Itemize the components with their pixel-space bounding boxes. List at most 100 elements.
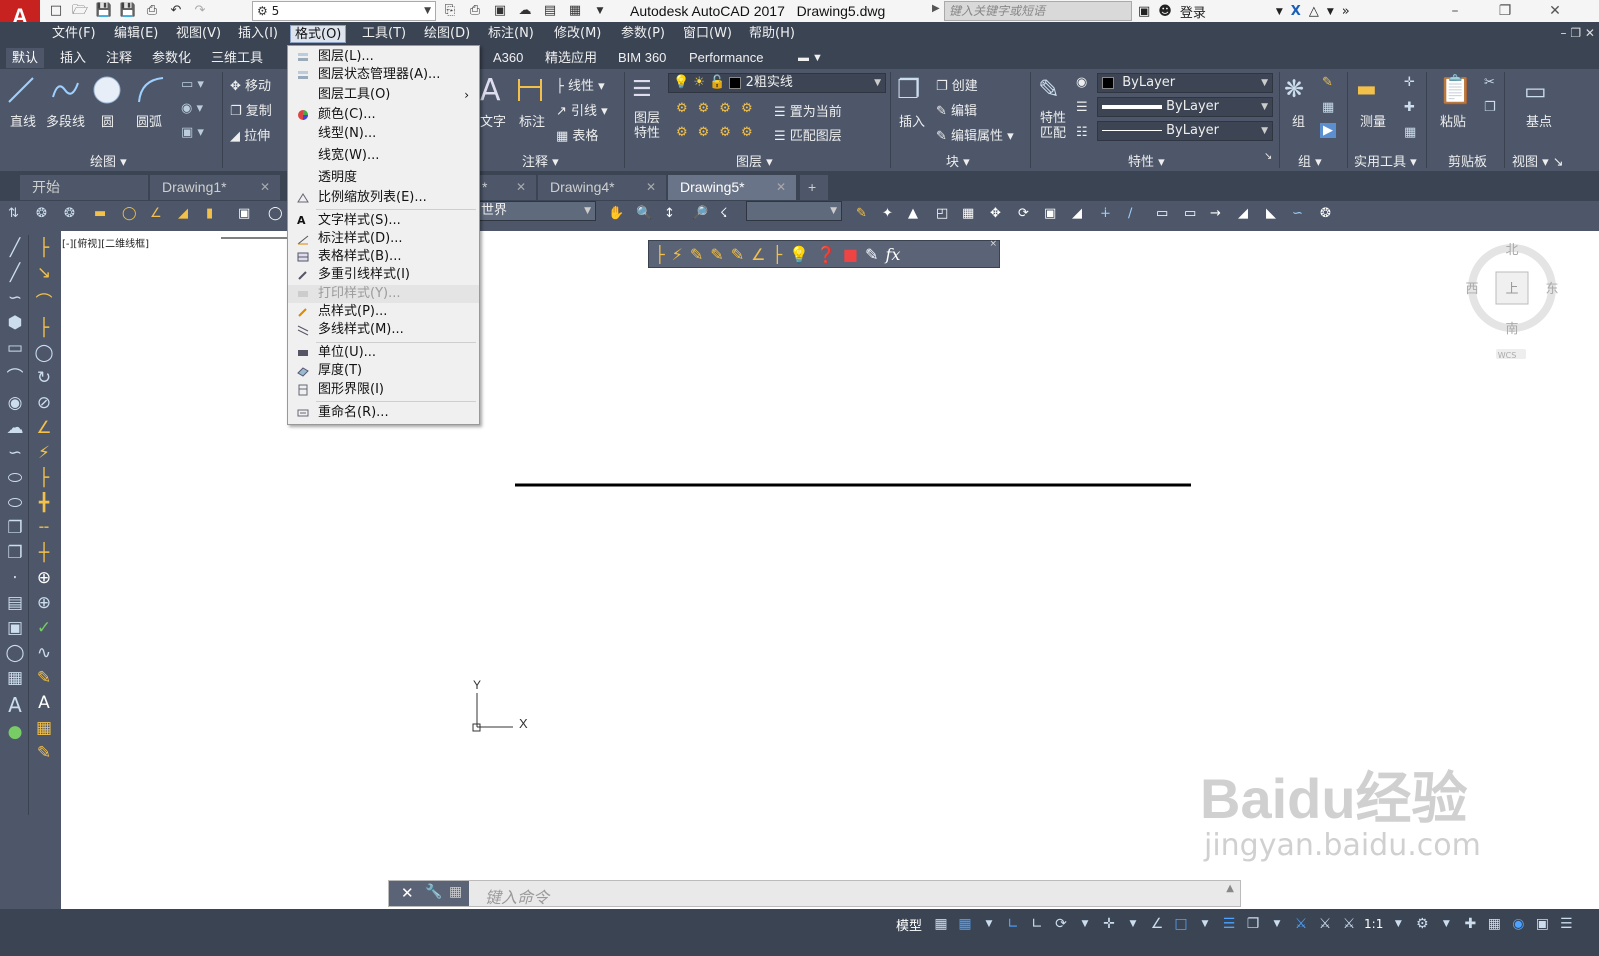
rectangle-icon[interactable]: ▭ ▾ (181, 77, 204, 92)
menu-dimension[interactable]: 标注(N) (484, 25, 538, 43)
menu-item-mleader-style[interactable]: 多重引线样式(I) (288, 266, 479, 284)
tab-featured-apps[interactable]: 精选应用 (539, 48, 603, 68)
more-icon[interactable]: » (1342, 4, 1350, 19)
zoom-previous-icon[interactable]: ☇ (720, 206, 742, 226)
close-toolbar-icon[interactable]: × (989, 239, 997, 249)
open-file-icon[interactable]: 🗁 (70, 2, 90, 20)
orbit2-icon[interactable]: ❂ (64, 206, 86, 226)
rotate-icon[interactable]: ⟳ (1018, 206, 1040, 226)
array-icon[interactable]: ▦ (962, 206, 984, 226)
search-input[interactable]: 键入关键字或短语 (944, 1, 1132, 21)
polyline-tool-icon[interactable]: ∽ (2, 288, 28, 308)
arc-tool-icon[interactable]: ⌒ (2, 363, 28, 388)
circle-tool-icon[interactable]: ◉ (2, 393, 28, 413)
preview-icon[interactable]: ▣ (490, 2, 510, 20)
dim-edit-icon[interactable]: ✎ (31, 668, 57, 688)
insert-block-tool-icon[interactable]: ❐ (2, 518, 28, 538)
tab-drawing1[interactable]: Drawing1* ✕ (150, 175, 280, 200)
iso-dropdown-icon[interactable]: ▼ (1124, 915, 1142, 933)
hatch-tool-icon[interactable]: ▤ (2, 593, 28, 613)
save-as-icon[interactable]: 💾 (118, 2, 138, 20)
snap-dropdown-icon[interactable]: ▼ (980, 915, 998, 933)
menu-item-text-style[interactable]: A 文字样式(S)... (288, 212, 479, 230)
ucs-dropdown[interactable]: 世界 ▼ (476, 201, 596, 221)
cut-icon[interactable]: ✂ (1484, 75, 1495, 90)
model-space-button[interactable]: 模型 (892, 915, 926, 934)
object-snap-icon[interactable]: □ (1172, 915, 1190, 933)
dim-angle-icon[interactable]: ∠ (150, 206, 172, 226)
polar-dropdown-icon[interactable]: ▼ (1076, 915, 1094, 933)
view-panel-title[interactable]: 视图 ▾ ↘ (1512, 151, 1564, 170)
properties-panel-title[interactable]: 特性 ▾ (1128, 151, 1165, 170)
quick-dim-icon[interactable]: ⚡ (31, 443, 57, 463)
print-icon[interactable]: ⎙ (142, 2, 162, 20)
menu-view[interactable]: 视图(V) (172, 25, 225, 43)
point-tool-icon[interactable]: ⋅ (2, 568, 28, 588)
dimension-icon[interactable] (515, 75, 545, 105)
menu-item-plot-style[interactable]: 打印样式(Y)... (288, 285, 479, 303)
table-tool-icon[interactable]: ▦ (2, 668, 28, 688)
menu-draw[interactable]: 绘图(D) (420, 25, 474, 43)
color-dropdown[interactable]: ByLayer ▼ (1097, 73, 1273, 93)
dim-ordinate-tool-icon[interactable]: ├ (31, 318, 57, 338)
tab-drawing4[interactable]: Drawing4* ✕ (538, 175, 666, 200)
clean-screen-icon[interactable]: ▣ (1533, 915, 1551, 933)
edit-attributes-button[interactable]: ✎ 编辑属性 ▾ (936, 125, 1014, 144)
jogged-linear-icon[interactable]: ∿ (31, 643, 57, 663)
polygon-icon[interactable]: ⬢ (2, 313, 28, 333)
mirror-icon[interactable]: ▲ (908, 206, 930, 226)
tab-3d-tools[interactable]: 三维工具 (205, 48, 269, 68)
restore-icon[interactable]: ❐ (1480, 0, 1530, 22)
save-icon[interactable]: 💾 (94, 2, 114, 20)
linear-dim-button[interactable]: ├ 线性 ▾ (556, 75, 605, 94)
line-tool-icon[interactable]: ╱ (2, 238, 28, 258)
lineweight-toggle-icon[interactable]: ☰ (1220, 915, 1238, 933)
orbit-icon[interactable]: ❂ (36, 206, 58, 226)
utilities-panel-title[interactable]: 实用工具 ▾ (1354, 151, 1417, 170)
new-file-icon[interactable]: □ (46, 2, 66, 20)
snap-icon[interactable]: ✦ (882, 206, 904, 226)
pan-icon[interactable]: ✋ (608, 206, 630, 226)
tab-a360[interactable]: A360 (487, 48, 529, 68)
workspace-dropdown[interactable]: ⚙ 5 ▼ (252, 1, 436, 21)
blend-icon[interactable]: ∽ (1292, 206, 1314, 226)
dim-update-icon[interactable]: ▦ (31, 718, 57, 738)
close-tab-icon[interactable]: ✕ (516, 175, 526, 200)
dim-tool1-icon[interactable]: ├ (655, 245, 665, 264)
region-tool-icon[interactable]: ◯ (2, 643, 28, 663)
command-history-icon[interactable]: ▲ (1226, 883, 1234, 894)
move-icon[interactable]: ✥ (990, 206, 1012, 226)
dim-aligned-tool-icon[interactable]: ↘ (31, 263, 57, 283)
circle-icon[interactable] (92, 75, 122, 105)
layer-properties-icon[interactable]: ☰ (632, 77, 652, 102)
insert-block-icon[interactable]: ❐ (897, 75, 920, 105)
dim-space-icon[interactable]: ╌ (31, 518, 57, 538)
menu-format[interactable]: 格式(O) (290, 25, 347, 43)
dim-tool3-icon[interactable]: ✎ (690, 245, 703, 264)
copy-button[interactable]: ❐ 复制 (230, 100, 272, 119)
grid-icon[interactable]: ▦ (932, 915, 950, 933)
move-button[interactable]: ✥ 移动 (230, 75, 271, 94)
qat-dropdown-icon[interactable]: ▼ (590, 2, 610, 20)
rectangle-tool-icon[interactable]: ▭ (2, 338, 28, 358)
dim-radius-tool-icon[interactable]: ◯ (31, 343, 57, 363)
zoom-icon[interactable]: 🔍 (636, 206, 658, 226)
offset-icon[interactable]: ◰ (936, 206, 958, 226)
menu-parametric[interactable]: 参数(P) (617, 25, 669, 43)
block-panel-title[interactable]: 块 ▾ (946, 151, 970, 170)
menu-item-point-style[interactable]: 点样式(P)... (288, 303, 479, 321)
menu-modify[interactable]: 修改(M) (550, 25, 605, 43)
osnap-dropdown-icon[interactable]: ▼ (1196, 915, 1214, 933)
close-tab-icon[interactable]: ✕ (646, 175, 656, 200)
auto-scale-icon[interactable]: ⚔ (1316, 915, 1334, 933)
tab-drawing5[interactable]: Drawing5* ✕ (668, 175, 796, 200)
stretch-button[interactable]: ◢ 拉伸 (230, 125, 270, 144)
view-dropdown[interactable]: ▼ (746, 201, 842, 221)
dim-text-edit-icon[interactable]: A (31, 693, 57, 713)
menu-tools[interactable]: 工具(T) (358, 25, 410, 43)
dim-jogged-icon[interactable]: ↻ (31, 368, 57, 388)
dim-ordinate-icon[interactable]: ▮ (206, 206, 228, 226)
menu-item-color[interactable]: 颜色(C)... (288, 106, 479, 124)
dim-tool5-icon[interactable]: ✎ (731, 245, 744, 264)
menu-item-layer-tools[interactable]: 图层工具(O) › (288, 86, 479, 104)
